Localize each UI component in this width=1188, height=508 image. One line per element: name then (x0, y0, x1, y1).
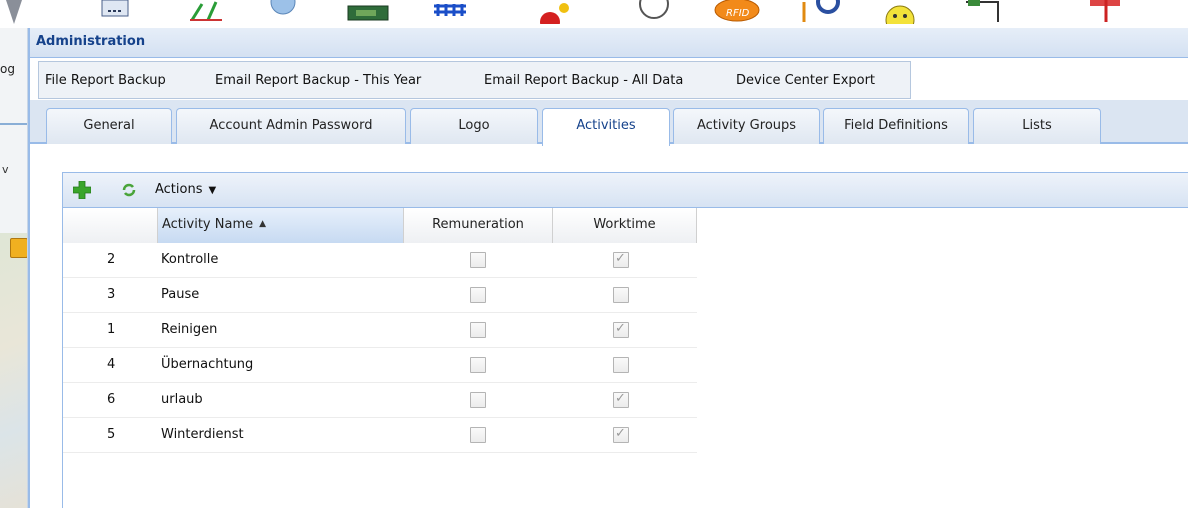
row-id: 3 (107, 287, 116, 302)
tab-general[interactable]: General (46, 108, 172, 144)
refresh-icon[interactable] (121, 182, 137, 198)
background-app-edge: og v (0, 28, 28, 508)
table-row[interactable]: 1 Reinigen ✓ (63, 313, 697, 348)
activity-name: Pause (161, 287, 200, 302)
worktime-checkbox[interactable]: ✓ (613, 321, 629, 338)
menu-email-report-backup-this-year[interactable]: Email Report Backup - This Year (215, 73, 421, 88)
row-id: 5 (107, 427, 116, 442)
flag-icon[interactable] (1086, 0, 1126, 24)
check-icon: ✓ (615, 426, 626, 441)
worktime-checkbox[interactable] (613, 357, 629, 373)
activity-name: Reinigen (161, 322, 218, 337)
remuneration-checkbox[interactable] (470, 287, 486, 303)
tab-lists[interactable]: Lists (973, 108, 1101, 144)
column-header-label: Activity Name (162, 217, 254, 232)
menu-email-report-backup-all-data[interactable]: Email Report Backup - All Data (484, 73, 683, 88)
worktime-checkbox[interactable] (613, 287, 629, 303)
administration-window: Administration File Report Backup Email … (28, 28, 1188, 508)
clock-icon[interactable] (634, 0, 674, 24)
fence-icon[interactable] (432, 0, 468, 24)
column-header-activity-name[interactable]: Activity Name ▲ (158, 208, 404, 243)
tower-icon[interactable] (0, 0, 28, 24)
menu-file-report-backup[interactable]: File Report Backup (45, 73, 166, 88)
check-icon: ✓ (615, 321, 626, 336)
row-id: 2 (107, 252, 116, 267)
table-row[interactable]: 4 Übernachtung (63, 348, 697, 383)
worktime-checkbox[interactable]: ✓ (613, 251, 629, 268)
svg-text:RFID: RFID (726, 8, 750, 19)
background-label: og (0, 62, 15, 76)
globe-icon[interactable] (266, 0, 300, 24)
column-header-row-number (63, 208, 158, 243)
smiley-icon[interactable] (880, 0, 920, 24)
row-id: 4 (107, 357, 116, 372)
table-row[interactable]: 2 Kontrolle ✓ (63, 243, 697, 278)
activity-name: Winterdienst (161, 427, 244, 442)
map-icon[interactable] (346, 0, 390, 24)
column-header-worktime[interactable]: Worktime (553, 208, 697, 243)
tab-field-definitions[interactable]: Field Definitions (823, 108, 969, 144)
sort-ascending-icon: ▲ (259, 219, 267, 229)
divider (0, 123, 27, 125)
activities-grid-panel: Actions ▼ Activity Name ▲ Remuneration Wor… (62, 172, 1188, 508)
pan-hand-icon[interactable] (10, 238, 27, 258)
activity-name: Kontrolle (161, 252, 219, 267)
chart-icon[interactable] (188, 0, 224, 24)
grid-header: Activity Name ▲ Remuneration Worktime (63, 208, 697, 243)
tab-activity-groups[interactable]: Activity Groups (673, 108, 820, 144)
remuneration-checkbox[interactable] (470, 357, 486, 373)
check-icon: ✓ (615, 251, 626, 266)
menu-bar: File Report Backup Email Report Backup -… (38, 61, 911, 99)
worktime-checkbox[interactable]: ✓ (613, 426, 629, 443)
activity-name: Übernachtung (161, 357, 254, 372)
activities-tab-content: Actions ▼ Activity Name ▲ Remuneration Wor… (30, 146, 1188, 508)
worktime-checkbox[interactable]: ✓ (613, 391, 629, 408)
table-row[interactable]: 3 Pause (63, 278, 697, 313)
add-icon[interactable] (73, 181, 91, 199)
map-preview (0, 233, 27, 508)
search-icon[interactable] (800, 0, 844, 24)
column-header-remuneration[interactable]: Remuneration (404, 208, 553, 243)
caret-down-icon: ▼ (208, 185, 217, 196)
table-row[interactable]: 6 urlaub ✓ (63, 383, 697, 418)
table-row[interactable]: 5 Winterdienst ✓ (63, 418, 697, 453)
row-id: 1 (107, 322, 116, 337)
tab-logo[interactable]: Logo (410, 108, 538, 144)
remuneration-checkbox[interactable] (470, 392, 486, 408)
grid-toolbar: Actions ▼ (63, 172, 1188, 208)
remuneration-checkbox[interactable] (470, 427, 486, 443)
tab-strip: General Account Admin Password Logo Acti… (30, 100, 1188, 146)
remuneration-checkbox[interactable] (470, 252, 486, 268)
check-icon: ✓ (615, 391, 626, 406)
actions-menu-button[interactable]: Actions ▼ (155, 182, 216, 197)
window-title: Administration (30, 28, 1188, 58)
activity-name: urlaub (161, 392, 203, 407)
app-toolbar: RFID (0, 0, 1188, 28)
tab-account-admin-password[interactable]: Account Admin Password (176, 108, 406, 144)
tab-activities[interactable]: Activities (542, 108, 670, 146)
pie-chart-icon[interactable] (536, 0, 576, 24)
row-id: 6 (107, 392, 116, 407)
document-icon[interactable] (960, 0, 1004, 24)
background-label: v (2, 163, 9, 176)
rfid-icon[interactable]: RFID (712, 0, 762, 24)
remuneration-checkbox[interactable] (470, 322, 486, 338)
actions-label: Actions (155, 182, 203, 197)
calculator-icon[interactable] (100, 0, 130, 24)
menu-device-center-export[interactable]: Device Center Export (736, 73, 875, 88)
